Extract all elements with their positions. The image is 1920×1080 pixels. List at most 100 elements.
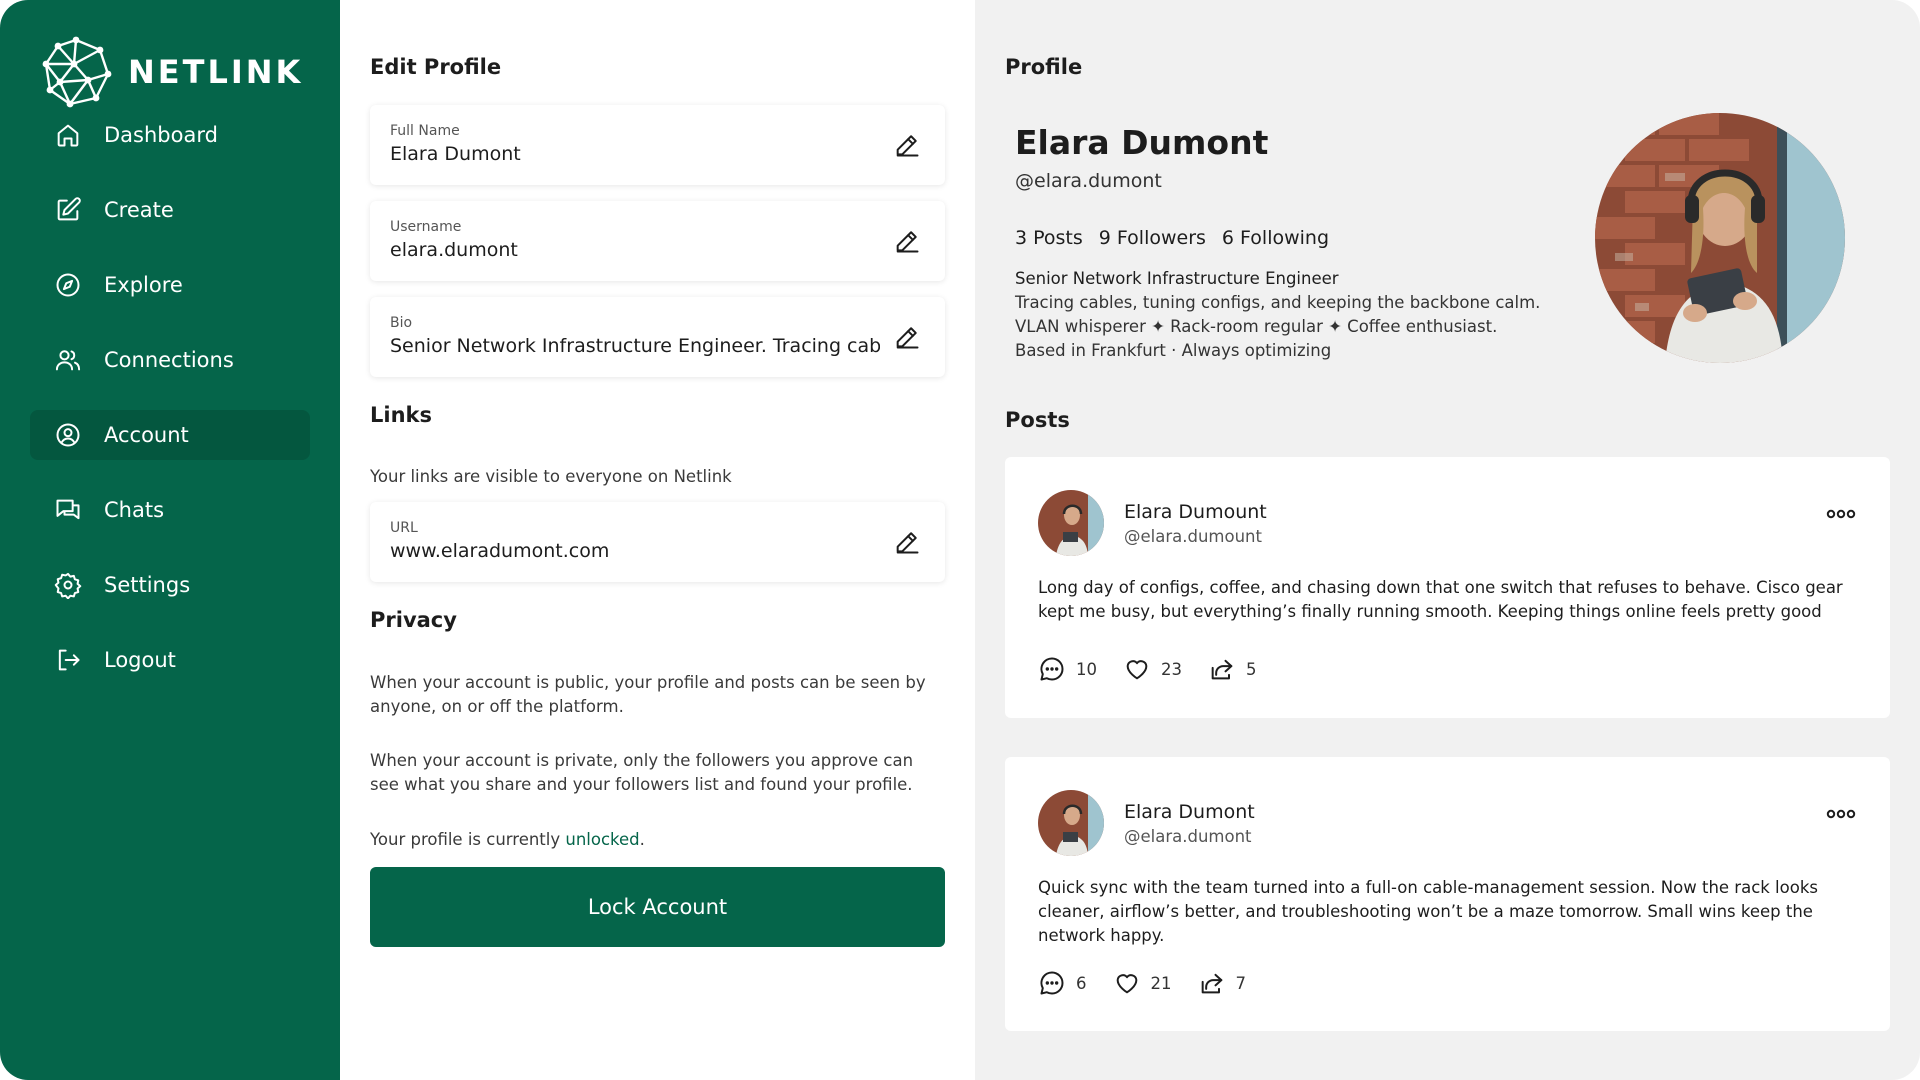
comment-icon: [1040, 657, 1064, 681]
followers-count[interactable]: 9 Followers: [1099, 227, 1206, 249]
share-button[interactable]: 7: [1198, 969, 1247, 997]
post-text: Long day of configs, coffee, and chasing…: [1038, 578, 1843, 621]
avatar-photo: [1595, 113, 1845, 363]
sidebar-item-create[interactable]: Create: [30, 185, 310, 235]
chat-icon: [56, 499, 80, 520]
home-icon: [57, 124, 79, 147]
users-icon: [55, 350, 81, 371]
sidebar-item-connections[interactable]: Connections: [30, 335, 310, 385]
sidebar-item-label: Logout: [104, 648, 176, 672]
post-author-name[interactable]: Elara Dumont: [1124, 801, 1255, 823]
bio-line: VLAN whisperer ✦ Rack-room regular ✦ Cof…: [1015, 317, 1498, 336]
post-author-avatar[interactable]: [1038, 490, 1104, 556]
privacy-status-value: unlocked: [565, 830, 640, 849]
privacy-public-text: When your account is public, your profil…: [370, 673, 926, 716]
posts-title: Posts: [1005, 408, 1070, 432]
profile-handle: @elara.dumont: [1015, 170, 1162, 192]
profile-avatar[interactable]: [1595, 113, 1845, 363]
edit-square-icon: [57, 197, 81, 221]
user-circle-icon: [56, 423, 80, 447]
links-note: Your links are visible to everyone on Ne…: [370, 467, 732, 486]
share-button[interactable]: 5: [1208, 655, 1257, 683]
sidebar-item-chats[interactable]: Chats: [30, 485, 310, 535]
profile-name: Elara Dumont: [1015, 123, 1269, 162]
sidebar-item-label: Chats: [104, 498, 165, 522]
post-author-avatar[interactable]: [1038, 790, 1104, 856]
privacy-status: Your profile is currently unlocked.: [370, 828, 930, 852]
heart-icon: [1116, 974, 1137, 994]
privacy-status-prefix: Your profile is currently: [370, 830, 566, 849]
bio-line: Senior Network Infrastructure Engineer: [1015, 269, 1339, 288]
privacy-status-suffix: .: [639, 830, 645, 849]
avatar-photo: [1038, 790, 1104, 856]
gear-icon: [54, 572, 82, 599]
post-card: Elara Dumount @elara.dumount Long day of…: [1005, 457, 1890, 718]
edit-profile-panel: Edit Profile Full Name Elara Dumont User…: [340, 0, 975, 1080]
username-value[interactable]: elara.dumont: [390, 239, 880, 261]
url-value[interactable]: www.elaradumont.com: [390, 540, 880, 562]
compass-icon: [56, 273, 80, 297]
profile-stats: 3 Posts 9 Followers 6 Following: [1015, 227, 1329, 249]
pencil-icon[interactable]: [893, 131, 921, 159]
sidebar-item-logout[interactable]: Logout: [30, 635, 310, 685]
bio-line: Based in Frankfurt · Always optimizing: [1015, 341, 1332, 360]
app-window: NETLINK Dashboard Create Explore Connect…: [0, 0, 1920, 1080]
lock-account-button[interactable]: Lock Account: [370, 867, 945, 947]
post-text: Quick sync with the team turned into a f…: [1038, 878, 1818, 945]
post-author-name[interactable]: Elara Dumount: [1124, 501, 1267, 523]
post-author-handle: @elara.dumount: [1124, 527, 1262, 546]
privacy-private-text: When your account is private, only the f…: [370, 751, 914, 794]
bio-label: Bio: [390, 315, 413, 331]
full-name-label: Full Name: [390, 123, 460, 139]
sidebar-item-settings[interactable]: Settings: [30, 560, 310, 610]
like-button[interactable]: 21: [1113, 969, 1172, 997]
posts-count[interactable]: 3 Posts: [1015, 227, 1083, 249]
post-actions: 6 21 7: [1038, 969, 1272, 997]
url-field[interactable]: URL www.elaradumont.com: [370, 502, 945, 582]
avatar-photo: [1038, 490, 1104, 556]
links-title: Links: [370, 403, 432, 427]
like-count: 21: [1150, 973, 1172, 993]
bio-value[interactable]: Senior Network Infrastructure Engineer. …: [390, 335, 880, 357]
brand-logo[interactable]: NETLINK: [38, 34, 303, 110]
pencil-icon[interactable]: [893, 528, 921, 556]
sidebar-item-account[interactable]: Account: [30, 410, 310, 460]
pencil-icon[interactable]: [893, 227, 921, 255]
sidebar-item-label: Explore: [104, 273, 183, 297]
logout-icon: [58, 649, 80, 671]
bio-line: Tracing cables, tuning configs, and keep…: [1015, 293, 1541, 312]
sidebar-item-label: Settings: [104, 573, 191, 597]
bio-field[interactable]: Bio Senior Network Infrastructure Engine…: [370, 297, 945, 377]
username-field[interactable]: Username elara.dumont: [370, 201, 945, 281]
like-count: 23: [1161, 659, 1182, 679]
sidebar-item-explore[interactable]: Explore: [30, 260, 310, 310]
full-name-field[interactable]: Full Name Elara Dumont: [370, 105, 945, 185]
comment-count: 10: [1076, 659, 1097, 679]
post-card: Elara Dumont @elara.dumont Quick sync wi…: [1005, 757, 1890, 1031]
comment-icon: [1040, 971, 1064, 995]
profile-title: Profile: [1005, 55, 1083, 79]
profile-panel: Profile Elara Dumont @elara.dumont 3 Pos…: [975, 0, 1920, 1080]
post-actions: 10 23 5: [1038, 655, 1283, 683]
share-count: 7: [1235, 973, 1247, 993]
edit-profile-title: Edit Profile: [370, 55, 502, 79]
comment-button[interactable]: 6: [1038, 969, 1087, 997]
sidebar-item-label: Account: [104, 423, 189, 447]
sidebar-item-label: Create: [104, 198, 174, 222]
privacy-title: Privacy: [370, 608, 457, 632]
following-count[interactable]: 6 Following: [1222, 227, 1329, 249]
full-name-value[interactable]: Elara Dumont: [390, 143, 880, 165]
comment-button[interactable]: 10: [1038, 655, 1097, 683]
share-icon: [1211, 659, 1233, 680]
sidebar-item-label: Dashboard: [104, 123, 218, 147]
more-options-icon[interactable]: [1826, 807, 1856, 821]
like-button[interactable]: 23: [1123, 655, 1182, 683]
more-options-icon[interactable]: [1826, 507, 1856, 521]
post-author-handle: @elara.dumont: [1124, 827, 1252, 846]
pencil-icon[interactable]: [893, 323, 921, 351]
share-icon: [1201, 973, 1222, 994]
comment-count: 6: [1076, 973, 1087, 993]
url-label: URL: [390, 520, 418, 536]
sidebar: NETLINK Dashboard Create Explore Connect…: [0, 0, 340, 1080]
sidebar-item-dashboard[interactable]: Dashboard: [30, 110, 310, 160]
